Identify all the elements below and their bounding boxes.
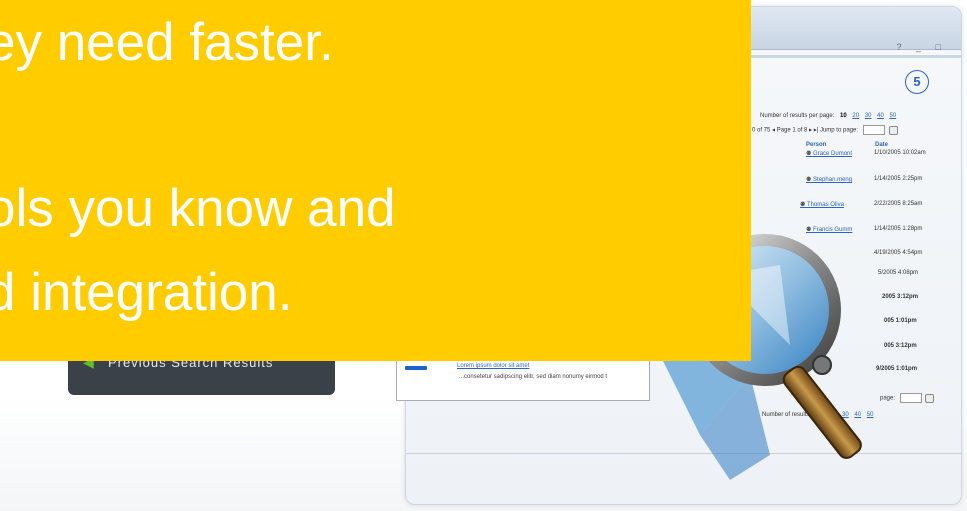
- window-controls[interactable]: ? _ □: [897, 42, 947, 52]
- results-per-page-label: Number of results per page:: [760, 113, 835, 119]
- results-option-20[interactable]: 20: [852, 113, 859, 119]
- banner-line-3: d integration.: [0, 263, 293, 322]
- table-row[interactable]: Grace Dumont 1/10/2005 10:02am: [806, 150, 956, 162]
- column-header-date[interactable]: Date: [875, 142, 888, 148]
- table-row[interactable]: Thomas Oliva 2/22/2005 8:25am: [800, 201, 950, 213]
- column-header-person[interactable]: Person: [806, 142, 826, 148]
- row-date: 1/10/2005 10:02am: [874, 150, 926, 156]
- row-person[interactable]: Thomas Oliva: [800, 201, 844, 208]
- banner-line-2: ols you know and: [0, 179, 396, 238]
- table-row: 2005 3:12pm: [882, 294, 962, 306]
- result-snippet: ...consetetur sadipscing elitr, sed diam…: [459, 374, 608, 380]
- row-person[interactable]: Grace Dumont: [806, 150, 852, 157]
- results-per-page: Number of results per page: 10 20 30 40 …: [760, 113, 896, 119]
- jump-to-page-input[interactable]: [862, 125, 885, 135]
- relevance-bar: [405, 366, 427, 370]
- row-date: 2/22/2005 8:25am: [874, 201, 923, 207]
- table-row[interactable]: Stephan.meng 1/14/2005 2:25pm: [806, 176, 956, 188]
- row-person[interactable]: Stephan.meng: [806, 176, 852, 183]
- results-option-30[interactable]: 30: [865, 113, 872, 119]
- go-button[interactable]: [889, 125, 899, 135]
- results-option-50[interactable]: 50: [889, 113, 896, 119]
- pager-text: 0 of 75 ◂ Page 1 of 8 ▸ ▸| Jump to page:: [752, 127, 858, 134]
- results-per-page-current: 10: [840, 113, 847, 119]
- bottom-jump-input[interactable]: [899, 393, 922, 403]
- results-option-40[interactable]: 40: [877, 113, 884, 119]
- result-title-link[interactable]: Lorem ipsum dolor sit amet: [457, 363, 529, 369]
- bottom-go-button[interactable]: [924, 393, 934, 403]
- row-date: 1/14/2005 2:25pm: [874, 176, 923, 182]
- promo-banner: ey need faster. ols you know and d integ…: [0, 0, 751, 361]
- pager: 0 of 75 ◂ Page 1 of 8 ▸ ▸| Jump to page:: [752, 125, 899, 135]
- table-row: 005 3:12pm: [884, 343, 964, 355]
- banner-line-1: ey need faster.: [0, 13, 334, 72]
- table-row: 5/2005 4:08pm: [878, 270, 967, 282]
- step-number-badge: 5: [905, 70, 929, 94]
- table-row: 005 1:01pm: [884, 318, 964, 330]
